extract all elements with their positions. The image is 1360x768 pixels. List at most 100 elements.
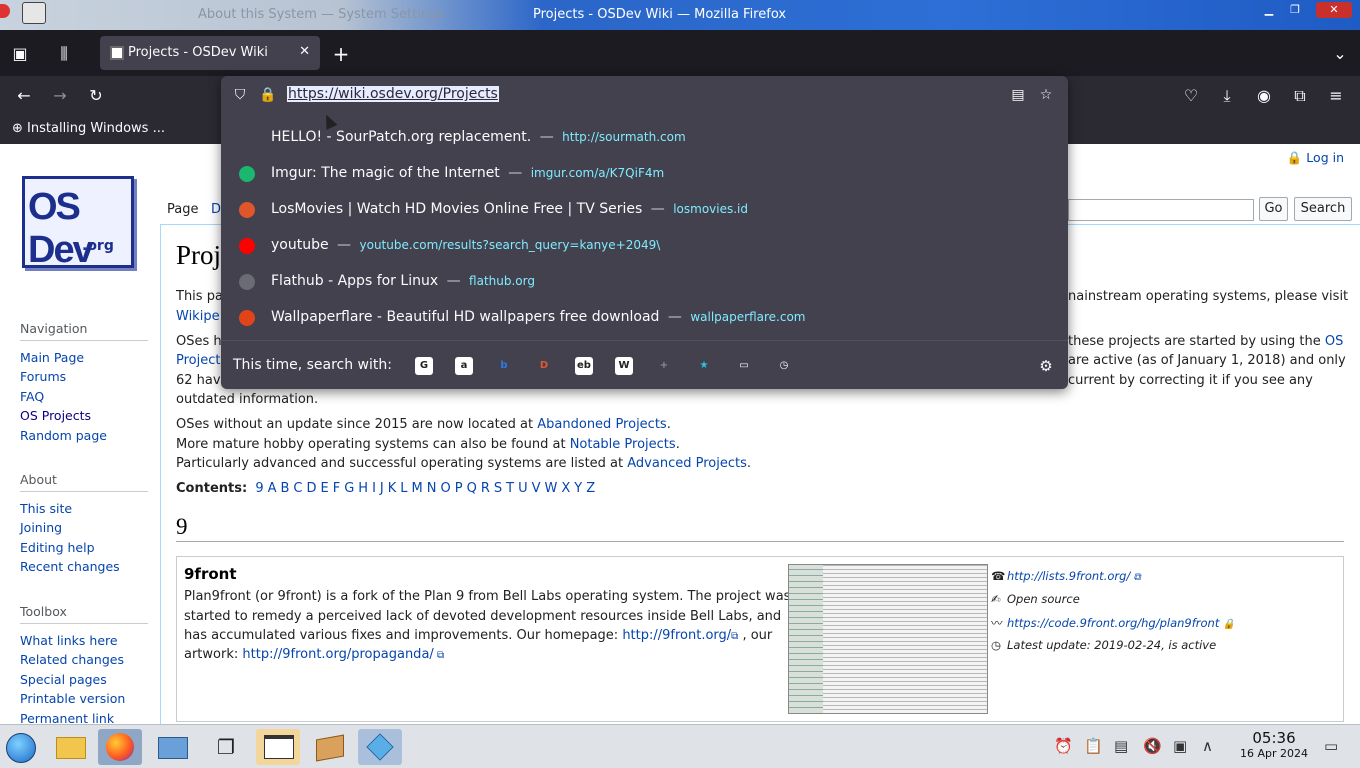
back-button[interactable]: ← xyxy=(13,85,35,107)
new-tab-button[interactable]: + xyxy=(331,44,351,64)
close-window-button[interactable]: ✕ xyxy=(1316,2,1352,18)
os-link[interactable]: OS xyxy=(1325,334,1343,349)
mailing-list-link[interactable]: http://lists.9front.org/ xyxy=(1007,569,1130,583)
suggestion-row[interactable]: Imgur: The magic of the Internet — imgur… xyxy=(221,156,1068,192)
app-menu-icon[interactable]: ≡ xyxy=(1325,85,1347,107)
sidebar-link-what-links-here[interactable]: What links here xyxy=(20,633,118,648)
show-desktop-icon[interactable]: ▭ xyxy=(1324,737,1338,755)
contents-link[interactable]: 9 xyxy=(255,481,263,496)
search-button[interactable]: Search xyxy=(1294,197,1352,221)
homepage-link[interactable]: http://9front.org/ xyxy=(622,628,731,643)
sidebar-link-os-projects[interactable]: OS Projects xyxy=(20,408,91,423)
history-engine-icon[interactable]: ◷ xyxy=(775,357,793,375)
bookmarks-engine-icon[interactable]: ★ xyxy=(695,357,713,375)
contents-link[interactable]: V xyxy=(532,481,541,496)
sidebar-link-joining[interactable]: Joining xyxy=(20,520,62,535)
google-engine-icon[interactable]: G xyxy=(415,357,433,375)
contents-link[interactable]: O xyxy=(441,481,451,496)
system-settings-icon[interactable] xyxy=(150,729,194,765)
task-view-icon[interactable]: ❐ xyxy=(204,729,248,765)
downloads-icon[interactable]: ⤓ xyxy=(1216,85,1238,107)
advanced-projects-link[interactable]: Advanced Projects xyxy=(627,456,747,471)
clipboard-icon[interactable]: 📋 xyxy=(1084,737,1103,755)
sidebar-link-editing-help[interactable]: Editing help xyxy=(20,540,95,555)
reload-button[interactable]: ↻ xyxy=(85,85,107,107)
notable-projects-link[interactable]: Notable Projects xyxy=(570,437,676,452)
suggestion-row[interactable]: Flathub - Apps for Linux — flathub.org xyxy=(221,264,1068,300)
contents-link[interactable]: B xyxy=(281,481,290,496)
sidebar-link-faq[interactable]: FAQ xyxy=(20,389,44,404)
keyboard-layout-icon[interactable]: ▣ xyxy=(1173,737,1187,755)
contents-link[interactable]: Q xyxy=(467,481,477,496)
go-button[interactable]: Go xyxy=(1259,197,1288,221)
contents-link[interactable]: L xyxy=(400,481,407,496)
contents-link[interactable]: Y xyxy=(574,481,582,496)
sidebar-link-recent-changes[interactable]: Recent changes xyxy=(20,559,120,574)
contents-link[interactable]: J xyxy=(380,481,384,496)
forward-button[interactable]: → xyxy=(49,85,71,107)
contents-link[interactable]: K xyxy=(388,481,397,496)
virtualbox-icon[interactable] xyxy=(358,729,402,765)
bookmark-item[interactable]: ⊕ Installing Windows ... xyxy=(12,121,165,136)
volume-muted-icon[interactable]: 🔇 xyxy=(1143,737,1162,755)
contents-link[interactable]: E xyxy=(321,481,329,496)
window-taskbar-icon[interactable] xyxy=(256,729,300,765)
login-link[interactable]: 🔒 Log in xyxy=(1287,150,1344,166)
pocket-icon[interactable]: ♡ xyxy=(1180,85,1202,107)
url-input[interactable]: https://wiki.osdev.org/Projects xyxy=(287,86,499,102)
suggestion-row[interactable]: LosMovies | Watch HD Movies Online Free … xyxy=(221,192,1068,228)
tab-discussion[interactable]: D xyxy=(211,202,221,217)
wikipedia-engine-icon[interactable]: W xyxy=(615,357,633,375)
sidebar-link-related-changes[interactable]: Related changes xyxy=(20,652,124,667)
firefox-taskbar-icon[interactable] xyxy=(98,729,142,765)
add-search-engine-icon[interactable]: + xyxy=(655,357,673,375)
tab-close-icon[interactable]: ✕ xyxy=(299,44,310,59)
artwork-link[interactable]: http://9front.org/propaganda/ xyxy=(242,647,433,662)
wikipedia-link[interactable]: Wikipe xyxy=(176,309,220,324)
sidebar-link-this-site[interactable]: This site xyxy=(20,501,72,516)
storage-icon[interactable]: ▤ xyxy=(1114,737,1128,755)
start-menu-icon[interactable] xyxy=(0,729,44,765)
extensions-icon[interactable]: ⧉ xyxy=(1289,85,1311,107)
osdev-logo[interactable]: OS Dev .org xyxy=(22,176,136,271)
file-manager-icon[interactable] xyxy=(48,729,92,765)
tab-projects[interactable]: Projects - OSDev Wiki ✕ xyxy=(100,36,320,70)
ebay-engine-icon[interactable]: eb xyxy=(575,357,593,375)
contents-link[interactable]: Z xyxy=(586,481,595,496)
sidebar-link-printable-version[interactable]: Printable version xyxy=(20,691,125,706)
contents-link[interactable]: X xyxy=(561,481,570,496)
duckduckgo-engine-icon[interactable]: D xyxy=(535,357,553,375)
sidebar-link-main-page[interactable]: Main Page xyxy=(20,350,84,365)
tab-page[interactable]: Page xyxy=(167,202,198,217)
os-projects-link[interactable]: Project xyxy=(176,353,220,368)
contents-link[interactable]: U xyxy=(518,481,528,496)
library-icon[interactable]: ⫼ xyxy=(54,44,74,64)
account-icon[interactable]: ◉ xyxy=(1253,85,1275,107)
search-settings-gear-icon[interactable]: ⚙ xyxy=(1037,357,1055,375)
contents-link[interactable]: D xyxy=(307,481,317,496)
contents-link[interactable]: A xyxy=(268,481,277,496)
bookmark-star-icon[interactable]: ☆ xyxy=(1037,86,1055,104)
contents-link[interactable]: N xyxy=(427,481,437,496)
contents-link[interactable]: H xyxy=(358,481,368,496)
contents-link[interactable]: I xyxy=(372,481,376,496)
contents-link[interactable]: M xyxy=(412,481,423,496)
archive-manager-icon[interactable] xyxy=(308,729,352,765)
sidebar-link-random-page[interactable]: Random page xyxy=(20,428,107,443)
contents-link[interactable]: F xyxy=(333,481,340,496)
urlbar[interactable]: ⛉ 🔒 https://wiki.osdev.org/Projects ▤ ☆ xyxy=(221,76,1068,114)
contents-link[interactable]: R xyxy=(481,481,490,496)
minimize-button[interactable]: ▁ xyxy=(1256,2,1282,18)
wiki-search-input[interactable] xyxy=(1068,199,1254,221)
show-hidden-icons-chevron-icon[interactable]: ∧ xyxy=(1202,737,1213,755)
reader-view-icon[interactable]: ▤ xyxy=(1009,86,1027,104)
suggestion-row[interactable]: HELLO! - SourPatch.org replacement. — ht… xyxy=(221,120,1068,156)
repository-link[interactable]: https://code.9front.org/hg/plan9front xyxy=(1007,616,1219,630)
contents-link[interactable]: C xyxy=(293,481,302,496)
abandoned-projects-link[interactable]: Abandoned Projects xyxy=(537,417,666,432)
notifications-icon[interactable]: ⏰ xyxy=(1054,737,1073,755)
contents-link[interactable]: T xyxy=(506,481,514,496)
project-screenshot[interactable] xyxy=(788,564,988,714)
padlock-icon[interactable]: 🔒 xyxy=(259,86,277,104)
bing-engine-icon[interactable]: b xyxy=(495,357,513,375)
